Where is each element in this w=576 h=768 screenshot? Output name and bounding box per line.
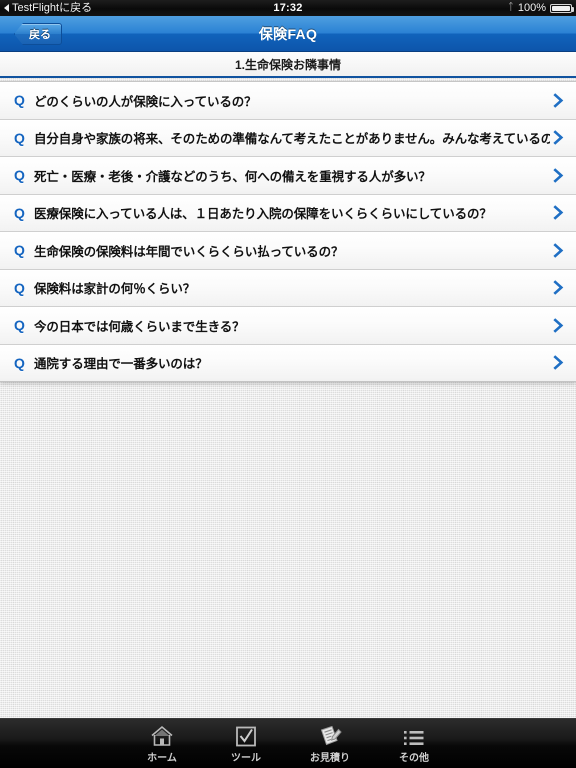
- faq-question-text: 生命保険の保険料は年間でいくらくらい払っているの？: [34, 244, 344, 259]
- tab-item-1[interactable]: ホーム: [120, 719, 204, 768]
- tab-item-3[interactable]: お見積り: [288, 719, 372, 768]
- faq-row[interactable]: Q 死亡・医療・老後・介護などのうち、何への備えを重視する人が多い？: [0, 157, 576, 195]
- back-button[interactable]: 戻る: [14, 23, 62, 45]
- faq-question-text: 保険料は家計の何％くらい？: [34, 282, 196, 297]
- faq-row[interactable]: Q 生命保険の保険料は年間でいくらくらい払っているの？: [0, 232, 576, 270]
- question-marker: Q: [14, 167, 25, 184]
- battery-percent-label: 100%: [517, 2, 546, 14]
- question-marker: Q: [14, 204, 25, 221]
- chevron-right-icon[interactable]: [550, 279, 576, 296]
- chevron-right-icon[interactable]: [550, 129, 576, 146]
- faq-row[interactable]: Q 保険料は家計の何％くらい？: [0, 269, 576, 307]
- tab-item-4[interactable]: その他: [372, 719, 456, 768]
- chevron-right-icon[interactable]: [550, 242, 576, 259]
- chevron-right-icon[interactable]: [550, 354, 576, 371]
- home-icon: [150, 723, 174, 747]
- document-pen-icon: [318, 723, 342, 747]
- faq-row[interactable]: Q どのくらいの人が保険に入っているの？: [0, 82, 576, 120]
- page-title: 保険FAQ: [258, 25, 318, 42]
- chevron-right-icon[interactable]: [550, 204, 576, 221]
- tab-bar: ホーム ツール お見積り その他: [0, 718, 576, 768]
- bluetooth-icon: ᛏ: [507, 2, 514, 13]
- chevron-right-icon[interactable]: [550, 317, 576, 334]
- bullet-list-icon: [403, 723, 425, 747]
- chevron-right-icon[interactable]: [550, 167, 576, 184]
- faq-question-text: 医療保険に入っている人は、１日あたり入院の保障をいくらくらいにしているの？: [34, 207, 492, 222]
- question-marker: Q: [14, 129, 25, 146]
- faq-question-text: どのくらいの人が保険に入っているの？: [34, 94, 257, 109]
- faq-row[interactable]: Q 自分自身や家族の将来、そのための準備なんて考えたことがありません。みんな考えて…: [0, 119, 576, 157]
- status-bar-clock: 17:32: [273, 2, 303, 14]
- tab-label: ツール: [231, 753, 261, 764]
- faq-row[interactable]: Q 医療保険に入っている人は、１日あたり入院の保障をいくらくらいにしているの？: [0, 194, 576, 232]
- section-title: 1.生命保険お隣事情: [234, 57, 341, 72]
- question-marker: Q: [14, 354, 25, 371]
- question-marker: Q: [14, 317, 25, 334]
- checkbox-checked-icon: [235, 723, 257, 747]
- chevron-right-icon[interactable]: [550, 92, 576, 109]
- faq-row[interactable]: Q 今の日本では何歳くらいまで生きる？: [0, 307, 576, 345]
- question-marker: Q: [14, 279, 25, 296]
- question-marker: Q: [14, 92, 25, 109]
- status-bar-indicators: ᛏ 100%: [507, 0, 574, 16]
- tab-label: お見積り: [310, 753, 350, 764]
- faq-question-text: 自分自身や家族の将来、そのための準備なんて考えたことがありません。みんな考えてい…: [34, 132, 550, 147]
- faq-list: Q どのくらいの人が保険に入っているの？ Q 自分自身や家族の将来、そのための準備なん…: [0, 81, 576, 382]
- faq-row[interactable]: Q 通院する理由で一番多いのは？: [0, 344, 576, 382]
- navigation-bar: 戻る 保険FAQ: [0, 16, 576, 52]
- battery-full-icon: [550, 3, 574, 13]
- faq-question-text: 今の日本では何歳くらいまで生きる？: [34, 319, 245, 334]
- tab-item-2[interactable]: ツール: [204, 719, 288, 768]
- section-header: 1.生命保険お隣事情: [0, 52, 576, 78]
- tab-label: ホーム: [147, 753, 177, 764]
- tab-label: その他: [399, 753, 429, 764]
- faq-question-text: 死亡・医療・老後・介護などのうち、何への備えを重視する人が多い？: [34, 169, 431, 184]
- faq-question-text: 通院する理由で一番多いのは？: [34, 357, 208, 372]
- status-bar: TestFlightに戻る 17:32 ᛏ 100%: [0, 0, 576, 16]
- question-marker: Q: [14, 242, 25, 259]
